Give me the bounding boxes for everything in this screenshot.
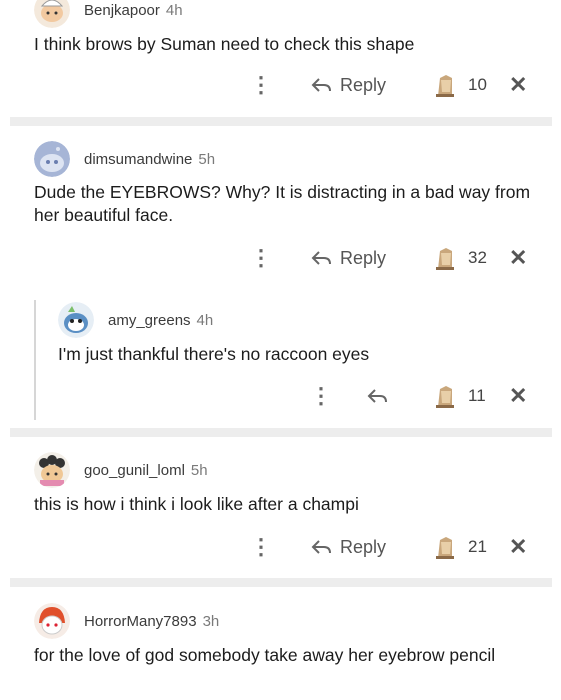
award-count: 10	[468, 75, 487, 94]
snoo-avatar-chef-icon[interactable]	[34, 0, 70, 28]
divider	[10, 117, 552, 126]
reply-icon	[311, 251, 331, 265]
award-button[interactable]: 21	[432, 532, 487, 562]
username[interactable]: Benjkapoor	[84, 2, 160, 19]
snoo-avatar-blue-icon[interactable]	[58, 302, 94, 338]
close-icon[interactable]: ✕	[509, 70, 527, 100]
award-icon	[436, 248, 454, 270]
award-count: 21	[468, 537, 487, 556]
reply-button[interactable]: Reply	[310, 70, 386, 100]
divider	[10, 578, 552, 587]
username[interactable]: amy_greens	[108, 312, 191, 329]
timestamp: 3h	[202, 612, 220, 630]
reply-icon	[311, 78, 331, 92]
more-options-icon[interactable]: ⋮	[310, 381, 332, 411]
award-icon	[436, 75, 454, 97]
comment-actions: ⋮ 11 ✕	[0, 381, 561, 411]
timestamp: 5h	[198, 150, 216, 168]
divider	[10, 428, 552, 437]
award-count: 32	[468, 248, 487, 267]
award-button[interactable]: 10	[432, 70, 487, 100]
comment-actions: ⋮ Reply 32 ✕	[0, 243, 561, 273]
timestamp: 4h	[165, 1, 183, 19]
award-button[interactable]: 11	[432, 381, 486, 411]
more-options-icon[interactable]: ⋮	[250, 243, 272, 273]
username[interactable]: dimsumandwine	[84, 151, 192, 168]
username[interactable]: HorrorMany7893	[84, 613, 197, 630]
more-options-icon[interactable]: ⋮	[250, 532, 272, 562]
reply-label: Reply	[340, 74, 387, 95]
comment-actions: ⋮ Reply 10 ✕	[0, 70, 561, 100]
reply-button[interactable]	[366, 381, 396, 411]
reply-icon	[367, 389, 387, 403]
comment-text: I think brows by Suman need to check thi…	[34, 34, 415, 54]
comment-actions: ⋮ Reply 21 ✕	[0, 532, 561, 562]
reply-icon	[311, 540, 331, 554]
timestamp: 4h	[196, 311, 214, 329]
comment-text: Dude the EYEBROWS? Why? It is distractin…	[34, 182, 531, 225]
comment-text: this is how i think i look like after a …	[34, 494, 359, 514]
reply-button[interactable]: Reply	[310, 243, 386, 273]
close-icon[interactable]: ✕	[509, 243, 527, 273]
award-icon	[436, 537, 454, 559]
award-count: 11	[468, 386, 486, 405]
award-icon	[436, 386, 454, 408]
default-snoo-avatar-icon[interactable]	[34, 141, 70, 177]
snoo-avatar-red-hair-icon[interactable]	[34, 603, 70, 639]
snoo-avatar-curly-icon[interactable]	[34, 452, 70, 488]
close-icon[interactable]: ✕	[509, 532, 527, 562]
reply-label: Reply	[340, 536, 387, 557]
close-icon[interactable]: ✕	[509, 381, 527, 411]
comment-text: for the love of god somebody take away h…	[34, 645, 496, 665]
more-options-icon[interactable]: ⋮	[250, 70, 272, 100]
timestamp: 5h	[190, 461, 208, 479]
reply-button[interactable]: Reply	[310, 532, 386, 562]
comment-text: I'm just thankful there's no raccoon eye…	[58, 344, 370, 364]
award-button[interactable]: 32	[432, 243, 487, 273]
username[interactable]: goo_gunil_loml	[84, 462, 185, 479]
reply-label: Reply	[340, 247, 387, 268]
